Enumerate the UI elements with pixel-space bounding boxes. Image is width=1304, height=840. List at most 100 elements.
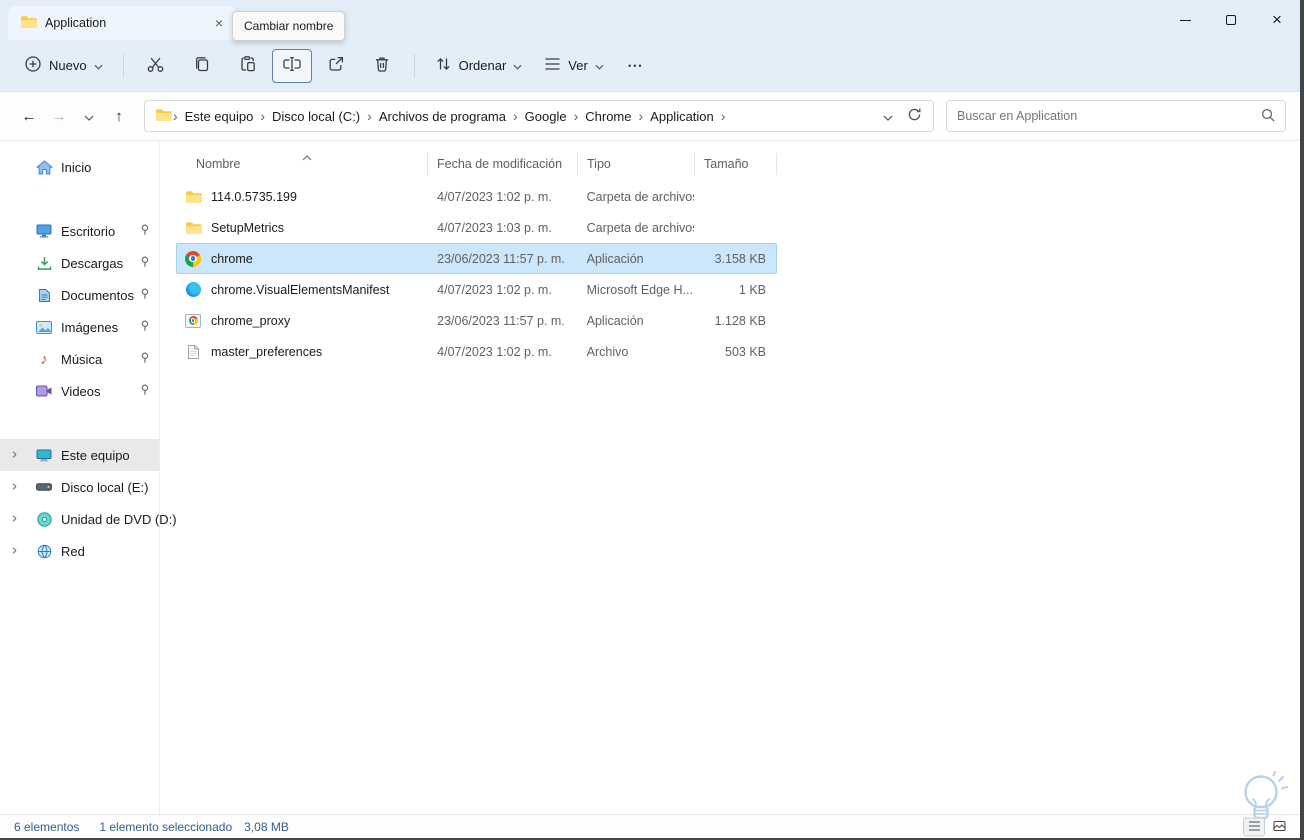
search-input[interactable]: [957, 109, 1261, 123]
sidebar-item-label: Documentos: [61, 287, 134, 303]
sidebar-item-music[interactable]: ♪ Música: [0, 343, 159, 375]
file-icon: [184, 344, 202, 360]
paste-button[interactable]: [226, 48, 270, 84]
chevron-right-icon[interactable]: ›: [12, 541, 17, 558]
view-lines-icon: [544, 57, 561, 74]
share-button[interactable]: [314, 48, 358, 84]
sort-button[interactable]: Ordenar: [425, 48, 533, 84]
up-button[interactable]: ↑: [104, 101, 134, 131]
table-row-master-preferences[interactable]: master_preferences 4/07/2023 1:02 p. m. …: [176, 336, 777, 367]
new-button[interactable]: Nuevo: [14, 48, 113, 84]
sidebar-item-downloads[interactable]: Descargas: [0, 247, 159, 279]
dvd-icon: [34, 511, 54, 527]
forward-button[interactable]: →: [44, 101, 74, 131]
thumbnail-view-button[interactable]: [1268, 817, 1290, 836]
file-name: master_preferences: [211, 344, 323, 359]
address-bar[interactable]: › Este equipo › Disco local (C:) › Archi…: [144, 100, 934, 132]
minimize-icon: [1179, 19, 1191, 21]
chevron-down-icon: [513, 58, 522, 73]
selection-size: 3,08 MB: [244, 819, 289, 834]
chevron-right-icon[interactable]: ›: [12, 445, 17, 462]
copy-button[interactable]: [180, 48, 224, 84]
item-count: 6 elementos: [14, 819, 80, 834]
explorer-tab[interactable]: Application ×: [8, 6, 236, 40]
file-name: chrome.VisualElementsManifest: [211, 282, 390, 297]
breadcrumb-separator: ›: [512, 108, 518, 124]
breadcrumb-application[interactable]: Application: [644, 109, 720, 124]
chevron-down-icon: [84, 108, 94, 125]
file-date: 4/07/2023 1:02 p. m.: [437, 189, 552, 204]
minimize-button[interactable]: [1162, 0, 1208, 40]
breadcrumb-google[interactable]: Google: [519, 109, 573, 124]
sidebar-item-label: Inicio: [61, 159, 92, 175]
file-size: 503 KB: [725, 344, 767, 359]
column-header-size[interactable]: Tamaño: [695, 153, 777, 175]
refresh-button[interactable]: [901, 103, 927, 129]
scissors-icon: [146, 55, 165, 77]
share-icon: [327, 55, 345, 76]
selection-count: 1 elemento seleccionado: [99, 819, 233, 834]
column-header-label: Tipo: [587, 157, 611, 171]
breadcrumb-separator: ›: [367, 108, 372, 124]
column-header-name[interactable]: Nombre: [176, 153, 428, 175]
table-row-114-0-5735-199[interactable]: 114.0.5735.199 4/07/2023 1:02 p. m. Carp…: [176, 181, 777, 212]
tab-close-icon[interactable]: ×: [210, 14, 228, 32]
sidebar-item-local-disk-e[interactable]: › Disco local (E:): [0, 471, 159, 503]
status-bar: 6 elementos 1 elemento seleccionado 3,08…: [0, 814, 1300, 838]
command-toolbar: Nuevo Ordenar Ver •••: [0, 40, 1300, 92]
chevron-down-icon: [595, 58, 604, 73]
more-options-button[interactable]: •••: [616, 48, 656, 84]
sidebar-item-home[interactable]: Inicio: [0, 151, 159, 183]
close-button[interactable]: ×: [1254, 0, 1300, 40]
view-label: Ver: [568, 58, 588, 73]
search-box[interactable]: [946, 100, 1286, 132]
sidebar-item-pictures[interactable]: Imágenes: [0, 311, 159, 343]
chevron-down-icon: [94, 58, 103, 73]
history-dropdown-button[interactable]: [74, 101, 104, 131]
breadcrumb-program-files[interactable]: Archivos de programa: [373, 109, 512, 124]
sidebar-item-network[interactable]: › Red: [0, 535, 159, 567]
title-bar: Application × Cambiar nombre ×: [0, 0, 1300, 41]
view-button[interactable]: Ver: [534, 48, 614, 84]
breadcrumb-this-pc[interactable]: Este equipo: [179, 109, 260, 124]
pin-icon: [140, 384, 150, 399]
address-dropdown-button[interactable]: [875, 103, 901, 129]
back-button[interactable]: ←: [14, 101, 44, 131]
table-row-chrome-selected[interactable]: chrome 23/06/2023 11:57 p. m. Aplicación…: [176, 243, 777, 274]
sidebar-item-dvd-drive-d[interactable]: › Unidad de DVD (D:): [0, 503, 177, 535]
table-row-setupmetrics[interactable]: SetupMetrics 4/07/2023 1:03 p. m. Carpet…: [176, 212, 777, 243]
sidebar: Inicio Escritorio Descargas Documentos I…: [0, 141, 177, 814]
folder-icon: [184, 221, 202, 235]
chevron-right-icon[interactable]: ›: [12, 509, 17, 526]
breadcrumb-local-disk-c[interactable]: Disco local (C:): [266, 109, 366, 124]
sidebar-item-videos[interactable]: Videos: [0, 375, 159, 407]
cut-button[interactable]: [134, 48, 178, 84]
table-row-visualelementsmanifest[interactable]: chrome.VisualElementsManifest 4/07/2023 …: [176, 274, 777, 305]
sidebar-item-label: Descargas: [61, 255, 124, 271]
file-size: 1 KB: [738, 282, 767, 297]
delete-button[interactable]: [360, 48, 404, 84]
videos-icon: [34, 385, 54, 397]
table-row-chrome-proxy[interactable]: chrome_proxy 23/06/2023 11:57 p. m. Apli…: [176, 305, 777, 336]
rename-button[interactable]: [271, 48, 312, 83]
chevron-right-icon[interactable]: ›: [12, 477, 17, 494]
breadcrumb-separator: ›: [638, 108, 644, 124]
breadcrumb-chrome[interactable]: Chrome: [579, 109, 637, 124]
maximize-button[interactable]: [1208, 0, 1254, 40]
copy-icon: [193, 55, 211, 76]
file-explorer-window: Application × Cambiar nombre × Nuevo Ord…: [0, 0, 1304, 840]
column-header-label: Nombre: [196, 157, 241, 171]
tooltip-rename: Cambiar nombre: [232, 11, 346, 41]
paste-icon: [239, 55, 257, 76]
music-icon: ♪: [40, 350, 48, 368]
file-date: 23/06/2023 11:57 p. m.: [437, 313, 565, 328]
view-toggles: [1243, 817, 1290, 836]
sidebar-item-desktop[interactable]: Escritorio: [0, 215, 159, 247]
column-header-date[interactable]: Fecha de modificación: [428, 153, 578, 175]
column-header-type[interactable]: Tipo: [578, 153, 695, 175]
details-view-button[interactable]: [1243, 817, 1265, 836]
file-size: 1.128 KB: [714, 313, 767, 328]
refresh-icon: [907, 107, 922, 125]
sidebar-item-documents[interactable]: Documentos: [0, 279, 159, 311]
sidebar-item-this-pc[interactable]: › Este equipo: [0, 439, 159, 471]
